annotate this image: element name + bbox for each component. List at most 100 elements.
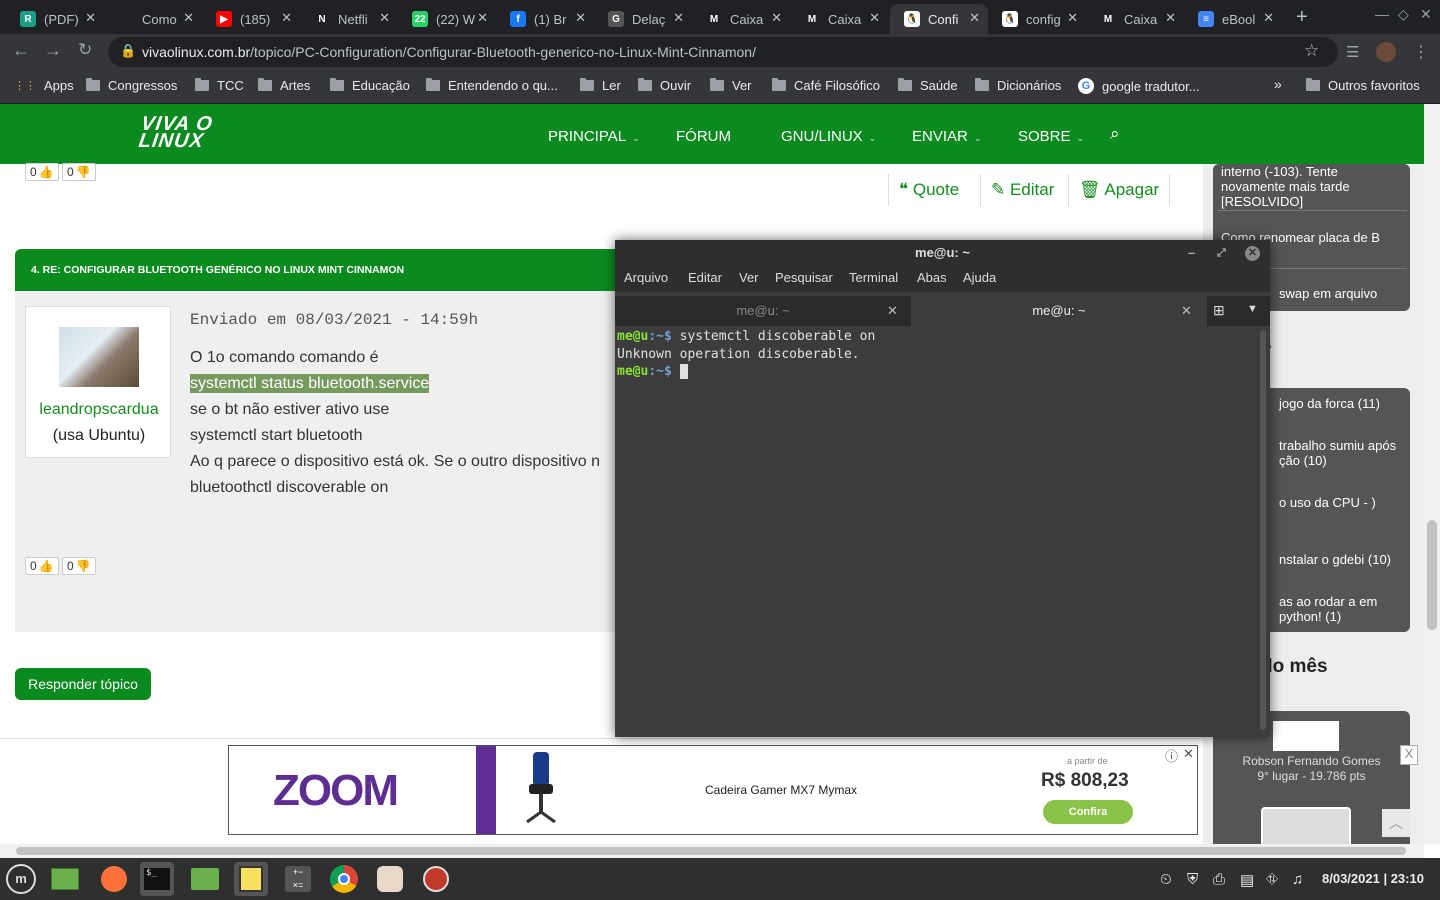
browser-tab[interactable]: 22 (22) W ✕ xyxy=(398,4,496,34)
network-icon[interactable]: ⛗ xyxy=(1266,871,1278,888)
nav-item-sobre[interactable]: SOBRE ⌄ xyxy=(1018,128,1084,145)
close-window-icon[interactable]: ✕ xyxy=(1420,6,1432,23)
shield-icon[interactable]: ⛨ xyxy=(1187,871,1198,888)
sidebar-link[interactable]: as ao rodar a em python! (1) xyxy=(1279,594,1405,624)
notes-icon[interactable] xyxy=(234,862,268,896)
browser-tab[interactable]: 🐧 Confi ✕ xyxy=(890,4,988,34)
reading-list-icon[interactable]: ☰ xyxy=(1346,43,1359,61)
new-tab-button[interactable]: + xyxy=(1296,6,1308,29)
author-name[interactable]: leandropscardua xyxy=(26,401,172,419)
like-button[interactable]: 0 👍 xyxy=(25,557,59,575)
forward-icon[interactable]: → xyxy=(44,40,62,61)
close-tab-icon[interactable]: ✕ xyxy=(575,10,586,26)
menu-kebab-icon[interactable]: ⋮ xyxy=(1413,42,1429,62)
printer-icon[interactable]: ⎙ xyxy=(1213,871,1225,888)
bookmark-item[interactable]: TCC xyxy=(195,78,244,93)
mint-menu-icon[interactable]: m xyxy=(4,862,38,896)
close-tab-icon[interactable]: ✕ xyxy=(771,10,782,26)
shell-app-icon[interactable] xyxy=(373,862,407,896)
vertical-scrollbar[interactable] xyxy=(1424,104,1440,844)
browser-tab[interactable]: G Delaç ✕ xyxy=(594,4,692,34)
profile-avatar[interactable] xyxy=(1376,42,1396,62)
browser-tab[interactable]: ▶ (185) ✕ xyxy=(202,4,300,34)
close-tab-icon[interactable]: ✕ xyxy=(869,10,880,26)
terminal-tab[interactable]: me@u: ~ ✕ xyxy=(615,296,911,326)
quote-button[interactable]: ❝ Quote xyxy=(888,174,969,206)
close-tab-icon[interactable]: ✕ xyxy=(887,296,898,326)
terminal-tab-active[interactable]: me@u: ~ ✕ xyxy=(911,296,1207,326)
search-icon[interactable]: ⌕ xyxy=(1110,124,1120,144)
close-tab-icon[interactable]: ✕ xyxy=(183,10,194,26)
user-avatar[interactable] xyxy=(1273,721,1339,751)
browser-tab[interactable]: M Caixa ✕ xyxy=(1086,4,1184,34)
bookmark-item[interactable]: Entendendo o qu... xyxy=(426,78,558,93)
dislike-button[interactable]: 0 👎 xyxy=(62,163,96,181)
bookmark-item[interactable]: Educação xyxy=(330,78,410,93)
bookmark-item[interactable]: Saúde xyxy=(898,78,958,93)
browser-tab[interactable]: N Netfli ✕ xyxy=(300,4,398,34)
close-tab-icon[interactable]: ✕ xyxy=(85,10,96,26)
bookmark-item[interactable]: ⋮⋮ Apps xyxy=(14,78,74,93)
top-user-name[interactable]: Robson Fernando Gomes xyxy=(1213,754,1410,768)
terminal-output[interactable]: me@u:~$ systemctl discoberable on Unknow… xyxy=(615,326,1260,737)
chrome-icon[interactable] xyxy=(327,862,361,896)
terminal-menu-item[interactable]: Terminal xyxy=(849,270,898,285)
scroll-top-icon[interactable]: ︿ xyxy=(1382,809,1410,837)
sidebar-link[interactable]: o uso da CPU - ) xyxy=(1279,495,1405,510)
scrollbar-thumb[interactable] xyxy=(1427,520,1437,630)
tabs-dropdown-icon[interactable]: ▼ xyxy=(1247,303,1258,315)
reload-icon[interactable]: ↻ xyxy=(78,40,92,60)
bookmark-item[interactable]: Ver xyxy=(710,78,752,93)
terminal-menu-item[interactable]: Abas xyxy=(917,270,947,285)
edit-button[interactable]: ✎ Editar xyxy=(980,174,1064,206)
ad-close-button[interactable]: X xyxy=(1400,745,1418,765)
ad-close-icon[interactable]: ✕ xyxy=(1183,746,1194,762)
user-avatar[interactable] xyxy=(1261,807,1351,844)
ad-carousel-dots[interactable] xyxy=(476,746,496,834)
bookmark-item[interactable]: Dicionários xyxy=(975,78,1061,93)
bookmark-item[interactable]: Café Filosófico xyxy=(772,78,880,93)
files-icon[interactable] xyxy=(188,862,222,896)
browser-tab[interactable]: f (1) Br ✕ xyxy=(496,4,594,34)
ad-creative[interactable]: ZOOM Cadeira Gamer MX7 Mymax a partir de… xyxy=(228,745,1198,835)
sidebar-link[interactable]: swap em arquivo xyxy=(1279,286,1377,301)
alarm-clock-icon[interactable] xyxy=(419,862,453,896)
other-bookmarks[interactable]: Outros favoritos xyxy=(1306,78,1420,93)
address-bar[interactable]: 🔒 vivaolinux.com.br/topico/PC-Configurat… xyxy=(108,37,1338,67)
nav-item-principal[interactable]: PRINCIPAL ⌄ xyxy=(548,128,640,145)
terminal-menu-item[interactable]: Arquivo xyxy=(624,270,668,285)
close-tab-icon[interactable]: ✕ xyxy=(379,10,390,26)
browser-tab[interactable]: M Caixa ✕ xyxy=(692,4,790,34)
terminal-menu-item[interactable]: Editar xyxy=(688,270,722,285)
bookmark-item[interactable]: Artes xyxy=(258,78,310,93)
browser-tab[interactable]: Como ✕ xyxy=(104,4,202,34)
terminal-titlebar[interactable]: me@u: ~ – ⤢ ✕ xyxy=(615,240,1270,268)
author-avatar[interactable] xyxy=(59,327,139,387)
maximize-icon[interactable]: ⤢ xyxy=(1217,240,1226,266)
sidebar-link[interactable]: trabalho sumiu após ção (10) xyxy=(1279,438,1405,468)
minimize-icon[interactable]: – xyxy=(1188,240,1195,266)
close-tab-icon[interactable]: ✕ xyxy=(673,10,684,26)
browser-tab[interactable]: 🐧 config ✕ xyxy=(988,4,1086,34)
browser-tab[interactable]: ≡ eBool ✕ xyxy=(1184,4,1282,34)
calculator-icon[interactable]: +− ×= xyxy=(281,862,315,896)
close-tab-icon[interactable]: ✕ xyxy=(1067,10,1078,26)
restore-icon[interactable]: ◇ xyxy=(1398,6,1409,23)
terminal-menu-item[interactable]: Pesquisar xyxy=(775,270,833,285)
browser-tab[interactable]: R (PDF) ✕ xyxy=(6,4,104,34)
nav-item-enviar[interactable]: ENVIAR ⌄ xyxy=(912,128,981,145)
minimize-icon[interactable]: — xyxy=(1375,6,1389,22)
sidebar-link[interactable]: interno (-103). Tente novamente mais tar… xyxy=(1221,164,1401,209)
nav-item-frum[interactable]: FÓRUM xyxy=(676,128,731,145)
bookmark-star-icon[interactable]: ☆ xyxy=(1304,41,1319,61)
dislike-button[interactable]: 0 👎 xyxy=(62,557,96,575)
ad-info-icon[interactable]: ⓘ xyxy=(1165,746,1178,765)
close-tab-icon[interactable]: ✕ xyxy=(1165,10,1176,26)
nav-item-gnulinux[interactable]: GNU/LINUX ⌄ xyxy=(781,128,876,145)
terminal-menu-item[interactable]: Ajuda xyxy=(963,270,996,285)
close-tab-icon[interactable]: ✕ xyxy=(477,10,488,26)
bookmarks-overflow-icon[interactable]: » xyxy=(1274,76,1282,92)
sidebar-link[interactable]: nstalar o gdebi (10) xyxy=(1279,552,1391,567)
bookmark-item[interactable]: Ouvir xyxy=(638,78,691,93)
close-tab-icon[interactable]: ✕ xyxy=(281,10,292,26)
